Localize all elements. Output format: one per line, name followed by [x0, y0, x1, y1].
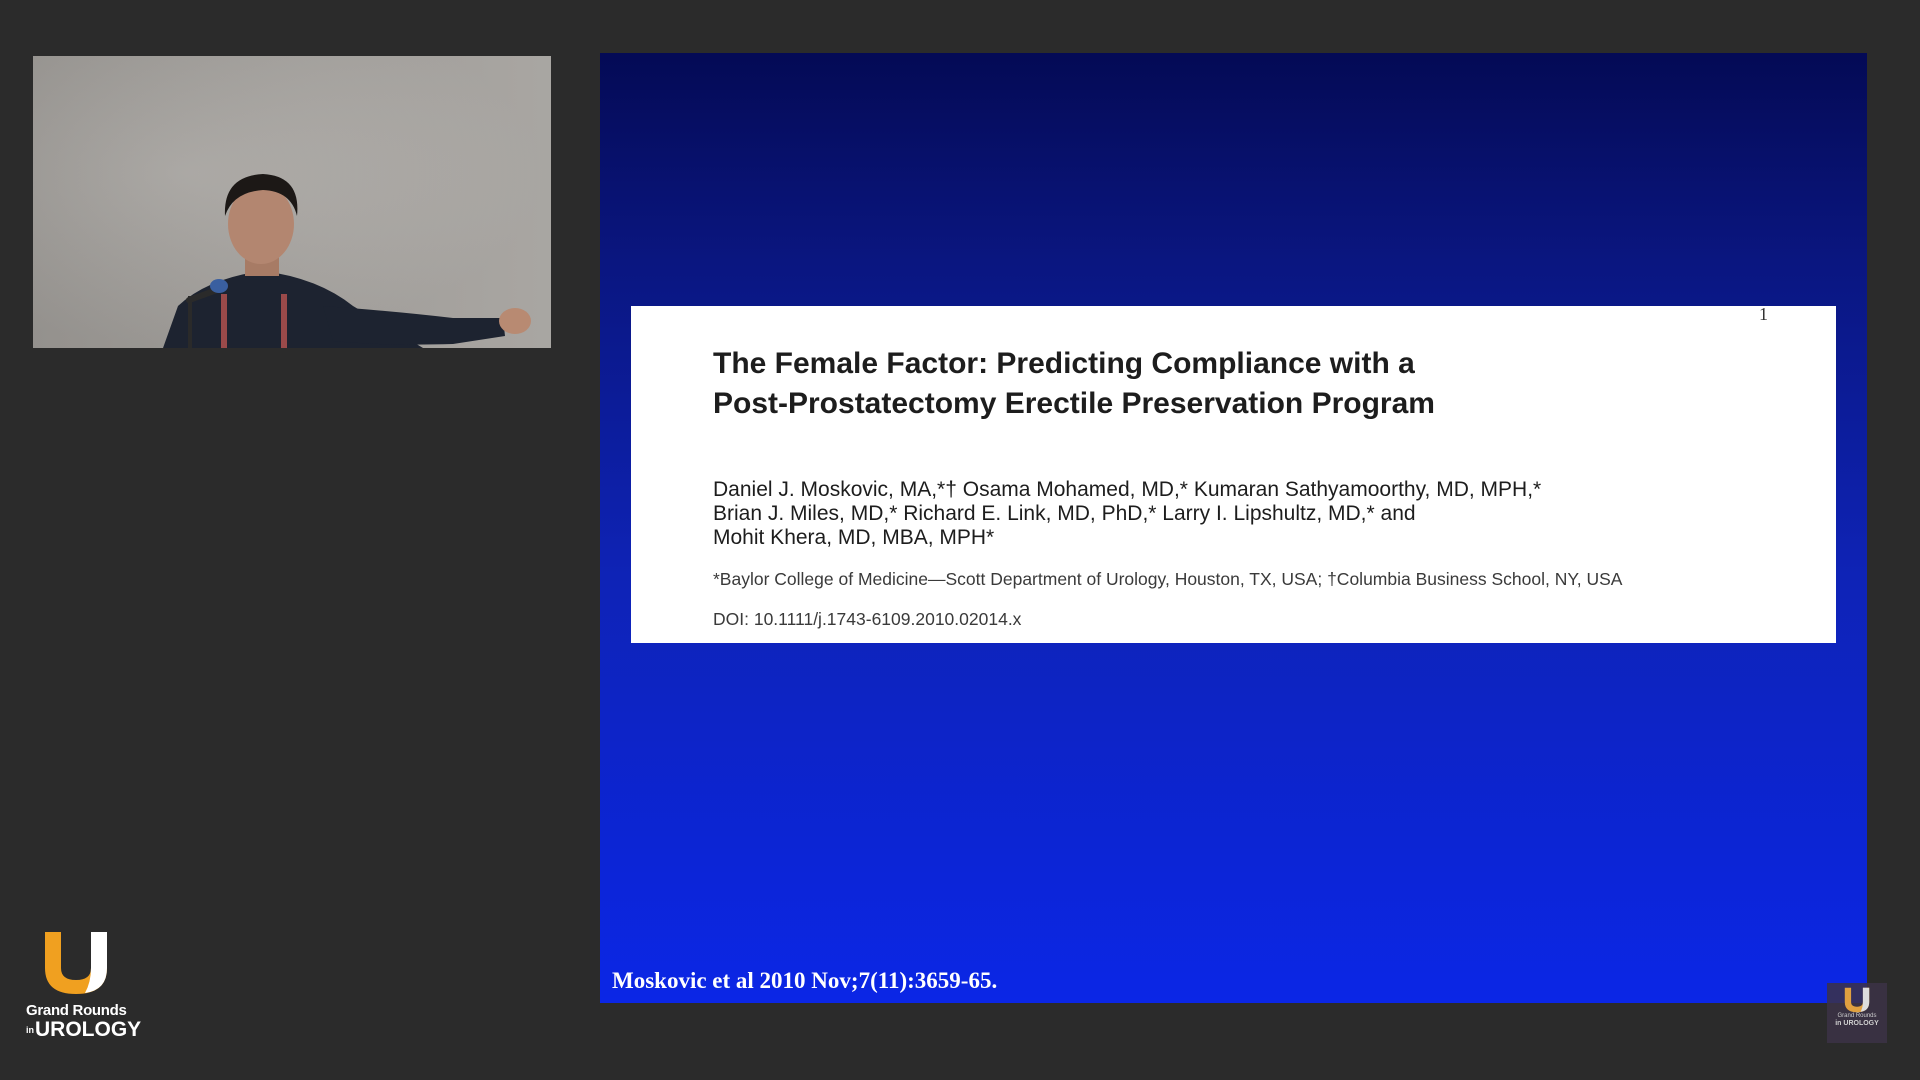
watermark-line1: Grand Rounds: [1837, 1013, 1877, 1019]
u-logo-icon: [45, 932, 107, 994]
slide-citation: Moskovic et al 2010 Nov;7(11):3659-65.: [612, 968, 998, 993]
paper-doi: DOI: 10.1111/j.1743-6109.2010.02014.x: [713, 609, 1022, 629]
paper-title-line: Post-Prostatectomy Erectile Preservation…: [713, 387, 1435, 420]
presentation-slide: 1 The Female Factor: Predicting Complian…: [600, 53, 1867, 1003]
brand-prefix: in: [26, 1025, 34, 1035]
brand-main: UROLOGY: [35, 1018, 142, 1041]
paper-header-card: 1 The Female Factor: Predicting Complian…: [631, 304, 1836, 643]
speaker-figure: [163, 174, 531, 348]
author-line: Mohit Khera, MD, MBA, MPH*: [713, 526, 995, 549]
speaker-video[interactable]: [33, 56, 551, 348]
page-number: 1: [1759, 304, 1768, 324]
paper-title-line: The Female Factor: Predicting Compliance…: [713, 347, 1415, 380]
brand-line1: Grand Rounds: [26, 1002, 127, 1019]
grand-rounds-logo: Grand Rounds inUROLOGY: [26, 930, 141, 1052]
brand-line2: inUROLOGY: [26, 1019, 141, 1041]
paper-authors: Daniel J. Moskovic, MA,*† Osama Mohamed,…: [713, 478, 1813, 550]
author-line: Daniel J. Moskovic, MA,*† Osama Mohamed,…: [713, 478, 1542, 501]
paper-affiliation: *Baylor College of Medicine—Scott Depart…: [713, 569, 1623, 589]
watermark-line2: in UROLOGY: [1835, 1020, 1879, 1027]
paper-title: The Female Factor: Predicting Compliance…: [713, 344, 1793, 424]
author-line: Brian J. Miles, MD,* Richard E. Link, MD…: [713, 502, 1416, 525]
presentation-stage: 1 The Female Factor: Predicting Complian…: [0, 0, 1920, 1080]
watermark-logo: Grand Rounds in UROLOGY: [1827, 983, 1887, 1043]
u-watermark-icon: [1844, 987, 1870, 1013]
